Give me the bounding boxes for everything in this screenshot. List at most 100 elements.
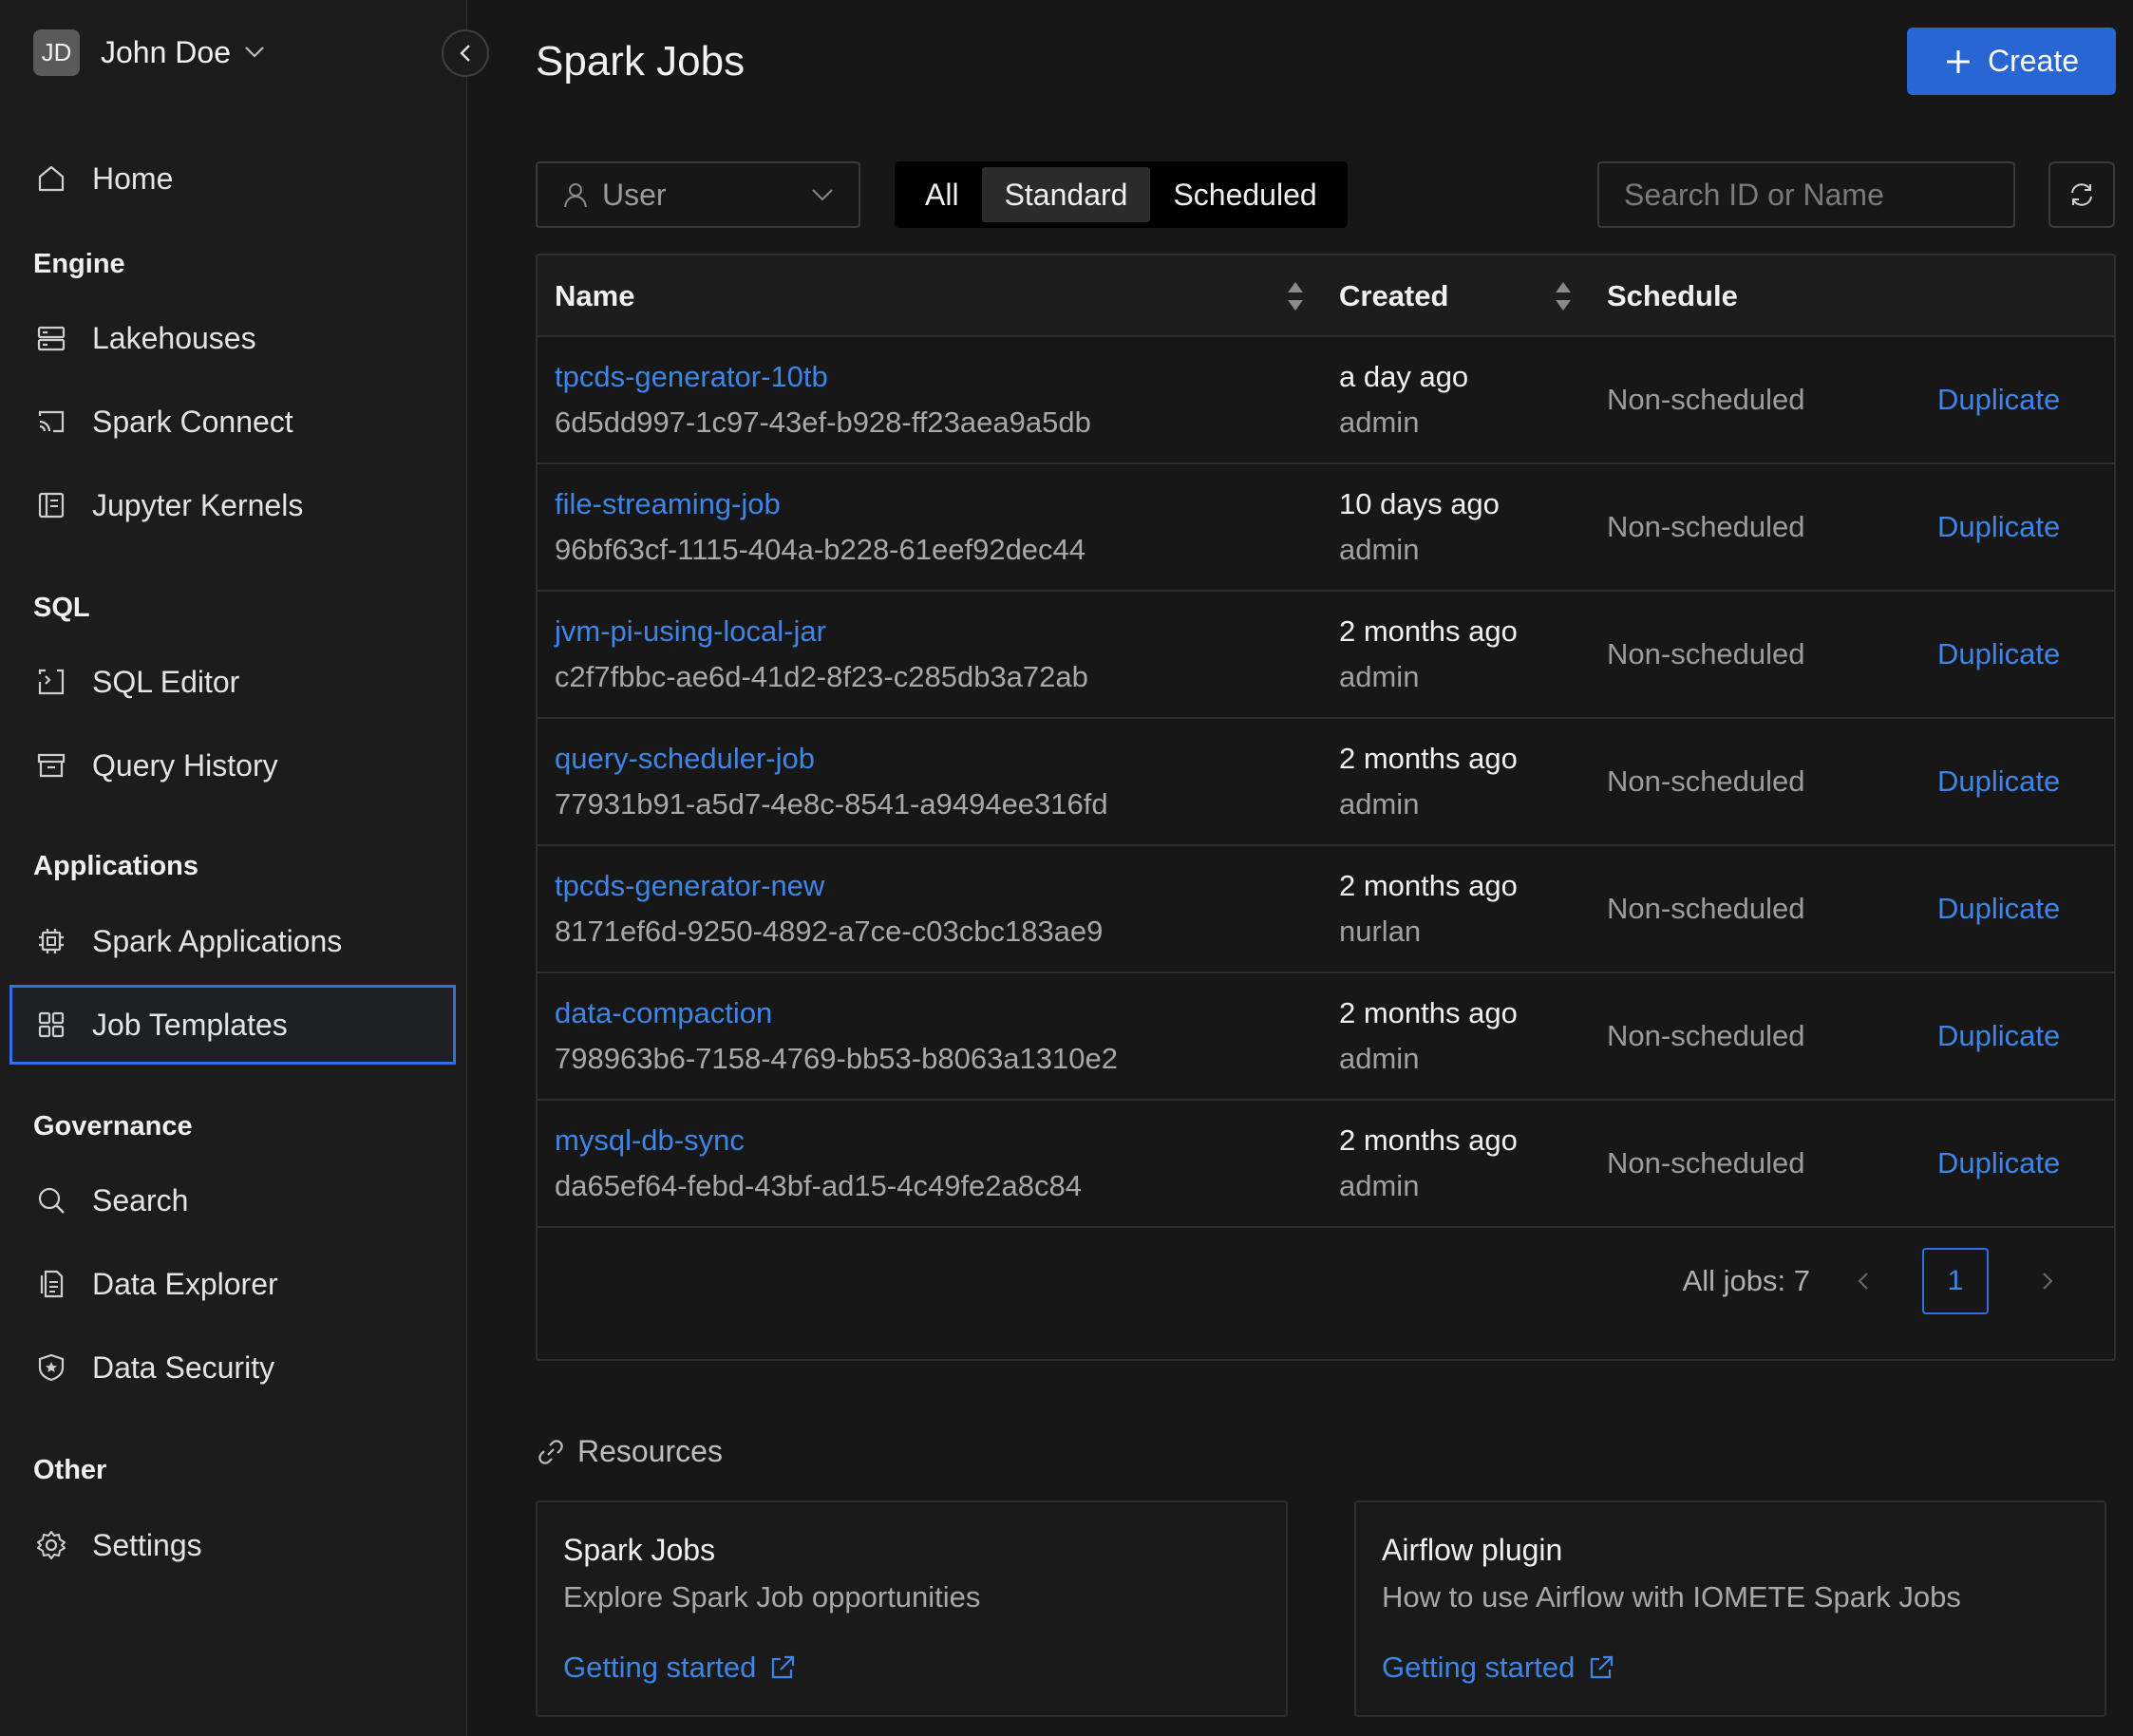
sidebar-item-label: Search: [92, 1182, 189, 1217]
search-input[interactable]: [1597, 161, 2015, 228]
sidebar-item-label: Jupyter Kernels: [92, 487, 304, 522]
job-created: 2 months ago: [1339, 869, 1518, 902]
card-title: Airflow plugin: [1382, 1533, 1563, 1567]
search-icon: [34, 1183, 68, 1217]
job-id: 8171ef6d-9250-4892-a7ce-c03cbc183ae9: [555, 915, 1104, 948]
sidebar-item-search[interactable]: Search: [9, 1160, 456, 1240]
create-button-label: Create: [1987, 44, 2080, 78]
column-header-created: Created: [1339, 279, 1449, 312]
job-schedule: Non-scheduled: [1607, 383, 1805, 416]
page-button[interactable]: 1: [1922, 1248, 1989, 1314]
job-name-link[interactable]: data-compaction: [555, 996, 772, 1030]
sidebar-item-label: Spark Connect: [92, 404, 293, 439]
sidebar-item-label: Lakehouses: [92, 320, 256, 355]
prev-page-button[interactable]: [1844, 1262, 1882, 1300]
sidebar-item-data-security[interactable]: Data Security: [9, 1328, 456, 1407]
section-applications: Applications: [33, 851, 199, 881]
job-created: 2 months ago: [1339, 614, 1518, 648]
chevron-right-icon: [2041, 1271, 2054, 1292]
user-filter-select[interactable]: User: [536, 161, 860, 228]
duplicate-link[interactable]: Duplicate: [1937, 637, 2060, 671]
job-created: 2 months ago: [1339, 996, 1518, 1029]
lakehouse-icon: [34, 321, 68, 355]
job-created: 10 days ago: [1339, 487, 1500, 520]
job-schedule: Non-scheduled: [1607, 1019, 1805, 1052]
plus-icon: [1944, 47, 1973, 76]
tab-all[interactable]: All: [902, 167, 982, 222]
column-header-schedule: Schedule: [1607, 279, 1738, 312]
duplicate-link[interactable]: Duplicate: [1937, 892, 2060, 926]
job-name-link[interactable]: tpcds-generator-10tb: [555, 360, 828, 394]
section-engine: Engine: [33, 249, 125, 279]
job-name-link[interactable]: jvm-pi-using-local-jar: [555, 614, 826, 649]
data-explorer-icon: [34, 1267, 68, 1301]
getting-started-link[interactable]: Getting started: [1382, 1651, 1614, 1685]
resources-heading: Resources: [536, 1434, 723, 1469]
create-button[interactable]: Create: [1907, 28, 2116, 95]
sort-icon[interactable]: [1554, 280, 1573, 317]
next-page-button[interactable]: [2029, 1262, 2067, 1300]
sidebar-item-settings[interactable]: Settings: [9, 1505, 456, 1585]
duplicate-link[interactable]: Duplicate: [1937, 1019, 2060, 1053]
job-name-link[interactable]: file-streaming-job: [555, 487, 781, 521]
table-row: file-streaming-job 96bf63cf-1115-404a-b2…: [538, 464, 2114, 592]
job-name-link[interactable]: mysql-db-sync: [555, 1123, 745, 1158]
settings-icon: [34, 1528, 68, 1562]
query-history-icon: [34, 748, 68, 783]
tab-scheduled[interactable]: Scheduled: [1150, 167, 1339, 222]
refresh-icon: [2067, 180, 2096, 209]
sidebar-item-spark-connect[interactable]: Spark Connect: [9, 382, 456, 462]
sidebar-item-home[interactable]: Home: [9, 139, 456, 218]
sidebar-item-data-explorer[interactable]: Data Explorer: [9, 1244, 456, 1324]
table-row: tpcds-generator-new 8171ef6d-9250-4892-a…: [538, 846, 2114, 973]
job-created-by: admin: [1339, 660, 1420, 693]
job-name-link[interactable]: tpcds-generator-new: [555, 869, 824, 903]
sidebar-item-jupyter-kernels[interactable]: Jupyter Kernels: [9, 465, 456, 545]
job-name-link[interactable]: query-scheduler-job: [555, 742, 815, 776]
page-title: Spark Jobs: [536, 38, 746, 85]
sidebar: JD John Doe Home Engine Lakehouses Spark…: [0, 0, 467, 1736]
job-templates-icon: [34, 1008, 68, 1042]
chevron-down-icon: [811, 188, 834, 201]
sort-icon[interactable]: [1286, 280, 1305, 317]
job-created-by: admin: [1339, 787, 1420, 821]
sidebar-item-query-history[interactable]: Query History: [9, 726, 456, 805]
job-created: 2 months ago: [1339, 1123, 1518, 1157]
duplicate-link[interactable]: Duplicate: [1937, 383, 2060, 417]
sidebar-item-spark-applications[interactable]: Spark Applications: [9, 901, 456, 981]
job-id: 77931b91-a5d7-4e8c-8541-a9494ee316fd: [555, 787, 1108, 821]
job-schedule: Non-scheduled: [1607, 764, 1805, 798]
refresh-button[interactable]: [2048, 161, 2115, 228]
job-created-by: admin: [1339, 1042, 1420, 1075]
job-schedule: Non-scheduled: [1607, 892, 1805, 925]
duplicate-link[interactable]: Duplicate: [1937, 1146, 2060, 1180]
sidebar-item-label: SQL Editor: [92, 664, 240, 699]
link-label: Getting started: [563, 1651, 757, 1684]
table-row: data-compaction 798963b6-7158-4769-bb53-…: [538, 973, 2114, 1101]
getting-started-link[interactable]: Getting started: [563, 1651, 796, 1685]
sidebar-item-label: Job Templates: [92, 1007, 288, 1042]
sidebar-item-label: Spark Applications: [92, 923, 343, 958]
user-name: John Doe: [101, 34, 231, 69]
job-id: da65ef64-febd-43bf-ad15-4c49fe2a8c84: [555, 1169, 1083, 1202]
chevron-down-icon: [244, 46, 265, 59]
sidebar-item-label: Data Explorer: [92, 1266, 278, 1301]
section-governance: Governance: [33, 1111, 193, 1142]
collapse-sidebar-button[interactable]: [442, 29, 489, 77]
jupyter-icon: [34, 488, 68, 522]
duplicate-link[interactable]: Duplicate: [1937, 510, 2060, 544]
card-description: Explore Spark Job opportunities: [563, 1580, 981, 1613]
tab-standard[interactable]: Standard: [981, 167, 1151, 222]
job-schedule: Non-scheduled: [1607, 1146, 1805, 1179]
user-menu[interactable]: JD John Doe: [33, 28, 265, 77]
duplicate-link[interactable]: Duplicate: [1937, 764, 2060, 799]
home-icon: [34, 161, 68, 196]
resource-card-spark-jobs: Spark Jobs Explore Spark Job opportuniti…: [536, 1500, 1288, 1717]
job-id: 798963b6-7158-4769-bb53-b8063a1310e2: [555, 1042, 1118, 1075]
avatar: JD: [33, 28, 80, 76]
job-id: 96bf63cf-1115-404a-b228-61eef92dec44: [555, 533, 1086, 566]
external-link-icon: [769, 1654, 796, 1681]
sidebar-item-job-templates[interactable]: Job Templates: [9, 985, 456, 1065]
sidebar-item-sql-editor[interactable]: SQL Editor: [9, 642, 456, 722]
sidebar-item-lakehouses[interactable]: Lakehouses: [9, 298, 456, 378]
